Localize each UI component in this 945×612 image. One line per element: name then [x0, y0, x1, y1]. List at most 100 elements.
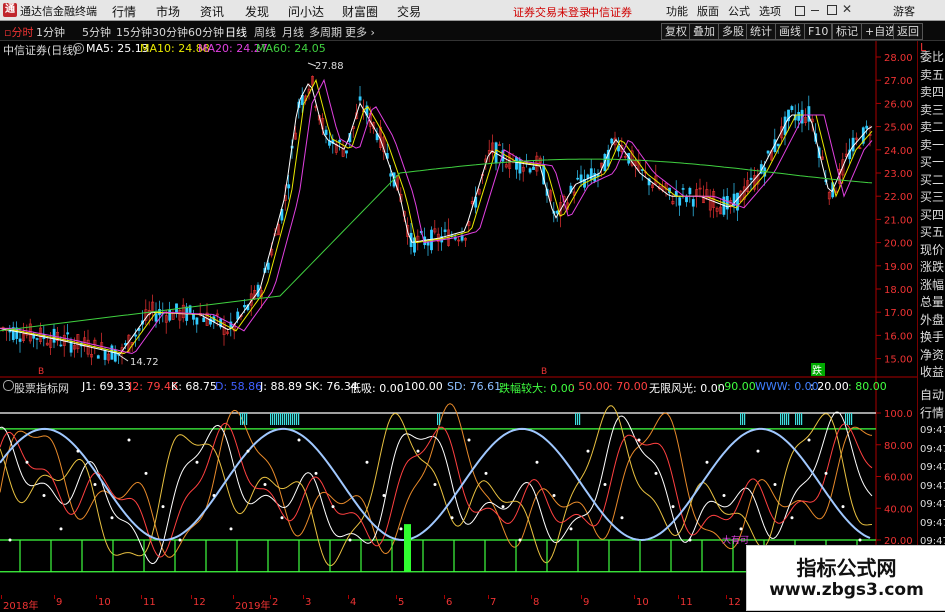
candle-body [59, 344, 63, 347]
signal-dot [467, 438, 471, 442]
signal-dot [212, 494, 216, 498]
high-signal-bar [788, 413, 790, 425]
period-week[interactable]: 周线 [254, 24, 276, 40]
signal-dot [586, 449, 590, 453]
btn-tongji[interactable]: 统计 [746, 23, 776, 40]
minimize-icon[interactable] [811, 10, 819, 11]
period-day[interactable]: 日线 [225, 24, 247, 40]
low-price-label: 14.72 [130, 357, 159, 368]
candle-body [266, 262, 270, 270]
period-more[interactable]: 更多 › [345, 24, 375, 40]
ma-line [0, 78, 873, 355]
high-signal-bar [786, 413, 788, 425]
btn-biaoji[interactable]: 标记 [832, 23, 862, 40]
app-logo-icon: 通 [3, 3, 17, 17]
candle-body [389, 173, 393, 177]
settings-icon[interactable] [795, 6, 805, 16]
menu-youke[interactable]: 游客 [893, 3, 915, 19]
btn-duogu[interactable]: 多股 [718, 23, 748, 40]
signal-dot [229, 527, 233, 531]
period-30min[interactable]: 30分钟 [152, 24, 188, 40]
indicator-value: : 90.00 [717, 380, 756, 393]
high-signal-bar [577, 413, 579, 425]
menu-hangqing[interactable]: 行情 [112, 3, 136, 20]
menu-banmian[interactable]: 版面 [697, 3, 719, 19]
more-label: 更多 [345, 26, 367, 39]
time-axis-label: 11 [143, 597, 156, 608]
period-multi[interactable]: 多周期 [309, 24, 342, 40]
period-month[interactable]: 月线 [282, 24, 304, 40]
candle-body [790, 106, 794, 111]
candle-body [134, 334, 138, 337]
candle-body [681, 188, 685, 190]
price-tick-label: 21.00 [884, 215, 913, 226]
period-60min[interactable]: 60分钟 [188, 24, 224, 40]
menu-jiaoyi[interactable]: 交易 [397, 3, 421, 20]
candle-body [865, 125, 869, 129]
btn-f10[interactable]: F10 [804, 23, 833, 40]
menu-faxian[interactable]: 发现 [245, 3, 269, 20]
candle-body [154, 313, 158, 322]
high-signal-bar [851, 413, 853, 425]
menu-wenxiaoda[interactable]: 问小达 [288, 3, 324, 20]
candle-body [593, 173, 597, 182]
time-axis-tick [444, 595, 445, 599]
btn-fanhui[interactable]: 返回 [893, 23, 923, 40]
close-icon[interactable]: ✕ [842, 2, 852, 16]
time-axis: 2018年 9 10 11 12 2019年 2 3 4 5 6 7 8 9 10 11 12 [0, 595, 746, 612]
candle-body [287, 184, 291, 189]
signal-dot [552, 494, 556, 498]
signal-dot [399, 527, 403, 531]
menu-gongshi[interactable]: 公式 [728, 3, 750, 19]
high-signal-bar [579, 413, 581, 425]
indicator-tick-label: 40.00 [884, 504, 913, 515]
time-axis-tick [634, 595, 635, 599]
tick-header: 行情 [920, 406, 945, 420]
candle-body [443, 229, 447, 232]
signal-dot [416, 449, 420, 453]
period-15min[interactable]: 15分钟 [116, 24, 152, 40]
main-ma-layer [0, 78, 873, 355]
candle-body [797, 111, 801, 121]
time-axis-tick [678, 595, 679, 599]
btn-huaxian[interactable]: 画线 [775, 23, 805, 40]
period-1min[interactable]: 1分钟 [36, 24, 65, 40]
high-signal-bar [575, 413, 577, 425]
maximize-icon[interactable] [827, 5, 837, 15]
high-signal-bar [280, 413, 282, 425]
time-axis-label: 4 [350, 597, 357, 608]
high-signal-bar [847, 413, 849, 425]
login-status[interactable]: 证券交易未登录 [513, 4, 590, 20]
tick-time: 09:47 [920, 499, 945, 510]
time-axis-label: 9 [56, 597, 63, 608]
btn-fuquan[interactable]: 复权 [661, 23, 691, 40]
time-axis-tick [54, 595, 55, 599]
menu-zixun[interactable]: 资讯 [200, 3, 224, 20]
candle-body [358, 96, 362, 101]
menu-caifuquan[interactable]: 财富圈 [342, 3, 378, 20]
time-axis-label: 10 [98, 597, 111, 608]
high-signal-bar [292, 413, 294, 425]
indicator-value: D: 58.86 [215, 380, 263, 393]
menu-xuanxiang[interactable]: 选项 [759, 3, 781, 19]
high-signal-bar [799, 413, 801, 425]
time-axis-label: 7 [490, 597, 497, 608]
period-label: 分时 [11, 26, 34, 39]
signal-dot [263, 482, 267, 486]
tick-header: 自动 [920, 388, 945, 402]
candle-body [555, 210, 559, 214]
signal-dot [144, 471, 148, 475]
high-signal-bar [276, 413, 278, 425]
signal-dot [127, 438, 131, 442]
signal-dot [722, 494, 726, 498]
indicator-gear-icon[interactable] [3, 380, 14, 391]
broker-name: 中信证券 [588, 6, 632, 19]
time-axis-tick [270, 595, 271, 599]
period-fenshi[interactable]: ▫分时 [4, 24, 33, 40]
time-axis-label: 2019年 [235, 601, 271, 612]
period-5min[interactable]: 5分钟 [82, 24, 111, 40]
menu-gongneng[interactable]: 功能 [666, 3, 688, 19]
btn-diejia[interactable]: 叠加 [689, 23, 719, 40]
menu-shichang[interactable]: 市场 [156, 3, 180, 20]
candle-body [685, 196, 688, 203]
